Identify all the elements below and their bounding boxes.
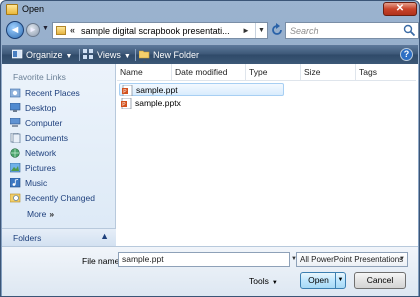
favorite-links-heading: Favorite Links <box>13 72 66 82</box>
column-header-name[interactable]: ^ Name <box>117 61 172 81</box>
command-toolbar: Organize ▼ Views ▼ New Folder ? <box>2 44 418 64</box>
folder-icon <box>6 4 18 15</box>
sidebar-item-pictures[interactable]: Pictures <box>9 162 56 176</box>
network-icon <box>10 148 21 158</box>
sidebar-item-recent-places[interactable]: Recent Places <box>9 88 80 101</box>
open-button[interactable]: Open ▼ <box>300 272 346 289</box>
navigation-bar: ◄ ► ▼ « sample digital scrapbook present… <box>3 19 419 43</box>
search-input[interactable]: Search <box>290 26 319 36</box>
chevron-down-icon: ▼ <box>399 256 405 262</box>
refresh-icon[interactable] <box>271 23 283 37</box>
address-dropdown-icon[interactable]: ▼ <box>255 23 267 38</box>
column-header-date-modified[interactable]: Date modified <box>172 64 246 81</box>
search-icon[interactable] <box>403 24 416 37</box>
cancel-button[interactable]: Cancel <box>354 272 406 289</box>
documents-icon <box>10 132 21 144</box>
new-folder-label: New Folder <box>153 50 200 60</box>
sidebar-item-music[interactable]: Music <box>9 177 48 191</box>
organize-label: Organize <box>26 50 63 60</box>
folder-icon <box>56 26 66 35</box>
navigation-pane: Favorite Links Recent Places Desktop Com… <box>2 64 116 246</box>
file-name: sample.ppt <box>136 85 178 95</box>
file-name: sample.pptx <box>135 98 181 108</box>
organize-button[interactable]: Organize ▼ <box>11 48 73 62</box>
toolbar-divider <box>135 49 136 61</box>
open-dialog: Open ✕ ◄ ► ▼ « sample digital scrapbook … <box>0 0 420 297</box>
search-box[interactable]: Search <box>285 22 419 39</box>
breadcrumb-arrow-icon[interactable]: ► <box>242 26 250 35</box>
help-icon[interactable]: ? <box>400 48 413 61</box>
history-dropdown-icon[interactable]: ▼ <box>42 25 49 32</box>
window-title: Open <box>22 4 45 14</box>
file-name-label: File name: <box>82 256 122 266</box>
dropdown-arrow-icon: ▼ <box>123 53 131 60</box>
sidebar-item-label: Documents <box>25 133 68 143</box>
views-button[interactable]: Views ▼ <box>83 48 131 62</box>
computer-icon <box>9 117 21 128</box>
sidebar-item-network[interactable]: Network <box>10 148 56 161</box>
more-label: More <box>27 209 47 219</box>
sort-ascending-icon: ^ <box>143 61 146 67</box>
pictures-icon <box>9 162 21 173</box>
file-list: ^ Name Date modified Type Size Tags P sa… <box>117 61 418 246</box>
recent-places-icon <box>9 88 21 98</box>
recently-changed-icon <box>9 193 21 203</box>
new-folder-icon <box>138 49 150 59</box>
chevron-up-icon: ▲ <box>100 231 109 241</box>
sidebar-item-computer[interactable]: Computer <box>9 117 63 131</box>
column-header-size[interactable]: Size <box>301 64 356 81</box>
desktop-icon <box>9 102 21 113</box>
browser-body: Favorite Links Recent Places Desktop Com… <box>2 61 418 246</box>
column-label: Name <box>120 67 143 77</box>
address-path[interactable]: sample digital scrapbook presentati... <box>81 26 239 36</box>
sidebar-item-label: Network <box>25 148 57 158</box>
back-button[interactable]: ◄ <box>6 21 24 39</box>
new-folder-button[interactable]: New Folder <box>138 48 200 62</box>
sidebar-item-label: Recently Changed <box>25 193 95 203</box>
views-icon <box>83 49 94 59</box>
sidebar-item-label: Desktop <box>25 103 57 113</box>
sidebar-item-label: Recent Places <box>25 88 80 98</box>
column-label: Tags <box>359 67 377 77</box>
column-header-tags[interactable]: Tags <box>356 64 416 81</box>
tools-label: Tools <box>249 276 269 286</box>
folders-toggle[interactable]: Folders ▲ <box>2 228 116 246</box>
folders-label: Folders <box>13 233 42 243</box>
column-label: Type <box>249 67 268 77</box>
file-type-value: All PowerPoint Presentations <box>300 255 404 264</box>
tools-menu-button[interactable]: Tools ▼ <box>249 276 278 286</box>
title-bar: Open ✕ <box>1 1 419 19</box>
double-chevron-icon: » <box>49 209 55 219</box>
open-label: Open <box>308 275 329 285</box>
organize-icon <box>11 49 23 59</box>
music-icon <box>9 177 21 188</box>
sidebar-item-label: Pictures <box>25 163 56 173</box>
sidebar-more-link[interactable]: More» <box>27 209 54 219</box>
sidebar-item-recently-changed[interactable]: Recently Changed <box>9 193 95 206</box>
sidebar-item-documents[interactable]: Documents <box>10 132 68 146</box>
forward-button[interactable]: ► <box>26 23 40 37</box>
toolbar-divider <box>79 49 80 61</box>
sidebar-item-desktop[interactable]: Desktop <box>9 102 57 116</box>
views-label: Views <box>97 50 121 60</box>
address-overflow-chevron[interactable]: « <box>70 25 75 35</box>
column-label: Size <box>304 67 321 77</box>
file-row[interactable]: P sample.ppt <box>119 83 284 97</box>
address-bar[interactable]: « sample digital scrapbook presentati...… <box>52 22 268 39</box>
dropdown-arrow-icon: ▼ <box>271 280 278 286</box>
column-header-type[interactable]: Type <box>246 64 301 81</box>
file-name-input[interactable]: sample.ppt <box>118 252 290 267</box>
file-row[interactable]: P sample.pptx <box>119 97 284 110</box>
dropdown-arrow-icon: ▼ <box>65 53 73 60</box>
close-button[interactable]: ✕ <box>383 2 417 16</box>
sidebar-item-label: Computer <box>25 118 63 128</box>
file-type-select[interactable]: All PowerPoint Presentations ▼ <box>296 252 408 267</box>
dialog-footer: File name: sample.ppt ▼ All PowerPoint P… <box>2 246 418 296</box>
sidebar-item-label: Music <box>25 178 48 188</box>
column-label: Date modified <box>175 67 228 77</box>
open-options-dropdown-icon[interactable]: ▼ <box>335 273 345 288</box>
powerpoint-file-icon: P <box>121 97 132 110</box>
powerpoint-file-icon: P <box>122 84 133 97</box>
